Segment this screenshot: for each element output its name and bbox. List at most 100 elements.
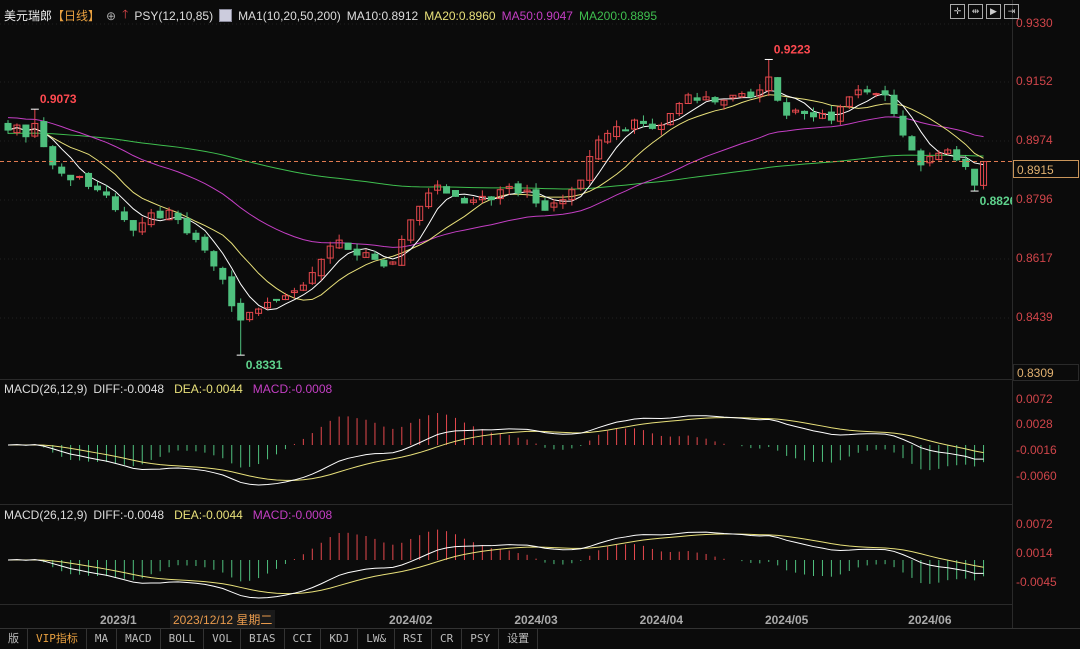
- dea-value: DEA:-0.0044: [174, 508, 243, 522]
- tab-0[interactable]: 版: [0, 629, 28, 649]
- candle-body: [4, 122, 12, 131]
- ma10-value: MA10:0.8912: [346, 8, 419, 23]
- candle-body: [273, 298, 280, 301]
- candle-body: [22, 124, 30, 138]
- candle-body: [890, 94, 898, 114]
- extreme-label: 0.8331: [246, 358, 283, 372]
- panel-divider: [0, 504, 1012, 505]
- candle-body: [810, 112, 817, 118]
- macd-legend-2: MACD(26,12,9) DIFF:-0.0048 DEA:-0.0044 M…: [4, 508, 332, 522]
- candle-body: [76, 175, 84, 178]
- tab-10[interactable]: RSI: [395, 629, 432, 649]
- candle-body: [371, 253, 379, 260]
- tab-1[interactable]: VIP指标: [28, 629, 87, 649]
- candle-body: [237, 302, 245, 321]
- crosshair-icon[interactable]: ✛: [950, 4, 965, 19]
- candle-body: [129, 220, 137, 231]
- extreme-label: 0.9223: [774, 42, 811, 56]
- candle-body: [487, 196, 495, 201]
- month-label: 2024/03: [514, 613, 558, 627]
- candle-body: [58, 166, 66, 174]
- main-legend: 美元瑞郎 【日线】 ⊕ 🡑 PSY(12,10,85) MA1(10,20,50…: [4, 5, 657, 26]
- candle-body: [881, 90, 889, 96]
- candle-body: [85, 172, 93, 187]
- ma-settings-icon[interactable]: [219, 9, 233, 22]
- date-axis: 2023/1'012024/022024/032024/042024/05202…: [0, 604, 1012, 629]
- candle-body: [971, 168, 979, 186]
- candle-body: [353, 248, 361, 256]
- candle-body: [67, 174, 75, 181]
- cursor-date: 2023/12/12 星期二: [170, 610, 276, 629]
- macd-tick-label: -0.0016: [1016, 443, 1057, 457]
- candle-body: [344, 242, 352, 250]
- candle-body: [192, 232, 200, 240]
- crosshair-circle-icon[interactable]: ⊕: [106, 9, 116, 23]
- diff-line: [7, 415, 984, 486]
- month-label: 2023/1: [99, 613, 137, 627]
- period-selector[interactable]: 【日线】: [52, 7, 100, 24]
- macd-tick-label: 0.0072: [1016, 517, 1053, 531]
- candle-body: [120, 211, 128, 221]
- tab-11[interactable]: CR: [432, 629, 463, 649]
- panel-divider: [0, 379, 1012, 380]
- candle-body: [747, 91, 755, 98]
- pan-right-icon[interactable]: ⇥: [1004, 4, 1019, 19]
- candle-body: [711, 97, 719, 103]
- indicator-tabs: 版 VIP指标 MA MACD BOLL VOL BIAS CCI KDJ LW& RSI CR PSY…: [0, 628, 1080, 649]
- tab-6[interactable]: BIAS: [241, 629, 285, 649]
- candle-body: [40, 121, 48, 148]
- candle-body: [228, 276, 236, 307]
- candle-body: [774, 77, 782, 101]
- macd-tick-label: -0.0060: [1016, 469, 1057, 483]
- y-tick-label: 0.9152: [1016, 74, 1053, 88]
- candle-body: [899, 115, 907, 136]
- candle-body: [783, 102, 791, 116]
- month-label: 2024/06: [908, 613, 952, 627]
- macd-tick-label: -0.0045: [1016, 575, 1057, 589]
- axis-low-box: 0.8309: [1013, 364, 1079, 381]
- tab-7[interactable]: CCI: [285, 629, 322, 649]
- tab-3[interactable]: MACD: [117, 629, 161, 649]
- arrow-up-icon: 🡑: [122, 7, 129, 21]
- candle-body: [962, 158, 970, 168]
- macd-tick-label: 0.0014: [1016, 546, 1053, 560]
- candle-body: [452, 190, 459, 197]
- candle-body: [693, 97, 701, 101]
- candle-body: [532, 189, 540, 204]
- tab-9[interactable]: LW&: [358, 629, 396, 649]
- y-tick-label: 0.8439: [1016, 310, 1053, 324]
- tab-5[interactable]: VOL: [204, 629, 241, 649]
- candle-body: [201, 236, 209, 251]
- candle-body: [863, 89, 871, 93]
- candle-body: [917, 150, 925, 166]
- tab-13[interactable]: 设置: [499, 629, 539, 649]
- play-icon[interactable]: ▶: [986, 4, 1001, 19]
- tab-4[interactable]: BOLL: [161, 629, 205, 649]
- candle-body: [460, 197, 468, 204]
- candle-body: [443, 186, 451, 194]
- chart-toolbar: ✛ ⇹ ▶ ⇥: [950, 4, 1019, 19]
- candle-body: [111, 196, 119, 211]
- zoom-fit-icon[interactable]: ⇹: [968, 4, 983, 19]
- diff-value: DIFF:-0.0048: [93, 508, 165, 522]
- candle-body: [49, 146, 57, 166]
- macd-value: MACD:-0.0008: [252, 508, 333, 522]
- candle-body: [183, 218, 191, 234]
- candle-body: [94, 185, 101, 191]
- tab-2[interactable]: MA: [87, 629, 118, 649]
- ma200-line: [7, 132, 984, 190]
- tab-12[interactable]: PSY: [462, 629, 500, 649]
- candle-body: [908, 136, 916, 151]
- ma50-value: MA50:0.9047: [501, 8, 573, 23]
- candle-body: [639, 120, 647, 124]
- month-label: 2024/05: [764, 613, 809, 627]
- macd-tick-label: 0.0072: [1016, 392, 1053, 406]
- ma10-line: [7, 90, 984, 311]
- candle-body: [953, 149, 961, 161]
- extreme-label: 0.8826: [980, 194, 1012, 208]
- ma200-value: MA200:0.8895: [578, 8, 658, 23]
- month-label: 2024/04: [639, 613, 684, 627]
- tab-8[interactable]: KDJ: [321, 629, 359, 649]
- candle-body: [801, 110, 809, 114]
- candle-body: [622, 129, 630, 132]
